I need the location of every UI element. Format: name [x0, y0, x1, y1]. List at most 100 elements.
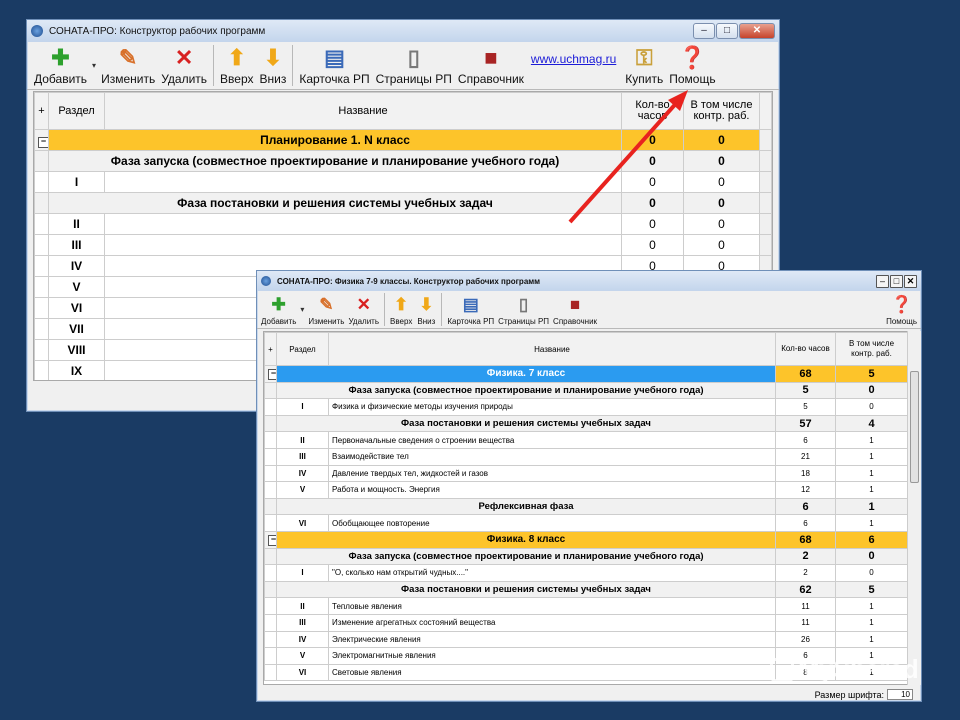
phase-row[interactable]: Фаза постановки и решения системы учебны… — [34, 192, 772, 214]
delete-button[interactable]: ✕ Удалить — [158, 45, 210, 86]
table-row[interactable]: III Взаимодействие тел 21 1 — [264, 447, 908, 466]
expand-cell[interactable] — [264, 514, 277, 532]
expand-cell[interactable]: − — [264, 530, 277, 549]
expand-cell[interactable] — [34, 192, 49, 214]
expand-column-header[interactable]: + — [34, 92, 49, 130]
expand-cell[interactable] — [264, 481, 277, 499]
move-down-button[interactable]: ⬇ Вниз — [257, 45, 290, 86]
table-row[interactable]: III Изменение агрегатных состояний вещест… — [264, 613, 908, 632]
reference-button[interactable]: ■ Справочник — [455, 45, 527, 86]
phase-row[interactable]: Фаза постановки и решения системы учебны… — [264, 414, 908, 433]
expand-cell[interactable]: − — [264, 365, 277, 383]
expand-cell[interactable] — [34, 171, 49, 193]
maximize-button[interactable]: □ — [716, 23, 738, 39]
expand-cell[interactable] — [34, 234, 49, 256]
hours-column-header[interactable]: Кол-во часов — [621, 92, 684, 130]
vertical-scrollbar[interactable] — [907, 331, 921, 685]
edit-button[interactable]: ✎ Изменить — [98, 45, 158, 86]
delete-button[interactable]: ✕ Удалить — [346, 295, 381, 326]
expand-cell[interactable] — [264, 381, 277, 400]
expand-cell[interactable] — [264, 431, 277, 449]
table-row[interactable]: I 00 — [34, 171, 772, 193]
table-row[interactable]: II Тепловые явления 11 1 — [264, 597, 908, 615]
expand-cell[interactable]: − — [34, 129, 49, 151]
table-row[interactable]: III 0 0 — [34, 234, 772, 256]
section-column-header[interactable]: Раздел — [48, 92, 105, 130]
expand-cell[interactable] — [264, 464, 277, 483]
expand-cell[interactable] — [34, 360, 49, 380]
minimize-button[interactable]: – — [876, 274, 889, 288]
program-card-button[interactable]: ▤ Карточка РП — [296, 45, 372, 86]
phase-row[interactable]: Фаза запуска (совместное проектирование … — [34, 150, 772, 172]
table-row[interactable]: VI Обобщающее повторение 6 1 — [264, 514, 908, 532]
dropdown-arrow-icon[interactable]: ▾ — [300, 305, 304, 314]
toolbar: ✚ Добавить ▾ ✎ Изменить ✕ Удалить ⬆ Вверх ⬇ В… — [257, 291, 921, 329]
table-row[interactable]: II Первоначальные сведения о строении вещ… — [264, 431, 908, 449]
expand-cell[interactable] — [34, 339, 49, 361]
expand-cell[interactable] — [264, 398, 277, 416]
add-button[interactable]: ✚ Добавить — [259, 295, 298, 326]
edit-button[interactable]: ✎ Изменить — [306, 295, 346, 326]
dropdown-arrow-icon[interactable]: ▾ — [92, 61, 96, 70]
table-row[interactable]: V Работа и мощность. Энергия 12 1 — [264, 481, 908, 499]
expand-cell[interactable] — [264, 497, 277, 516]
expand-cell[interactable] — [264, 447, 277, 466]
name-column-header[interactable]: Название — [104, 92, 622, 130]
program-pages-button[interactable]: ▯ Страницы РП — [373, 45, 455, 86]
maximize-button[interactable]: □ — [890, 274, 903, 288]
expand-cell[interactable] — [34, 276, 49, 298]
help-button[interactable]: ❓ Помощь — [884, 295, 919, 326]
expand-cell[interactable] — [34, 150, 49, 172]
scrollbar-thumb[interactable] — [910, 371, 919, 483]
program-card-button[interactable]: ▤ Карточка РП — [445, 295, 496, 326]
group-row[interactable]: − Планирование 1. N класс 0 0 — [34, 129, 772, 151]
table-row[interactable]: IV Электрические явления 26 1 — [264, 630, 908, 649]
shop-link[interactable]: www.uchmag.ru — [531, 52, 616, 66]
expand-cell[interactable] — [34, 318, 49, 340]
phase-row[interactable]: Рефлексивная фаза 6 1 — [264, 497, 908, 516]
subject-row[interactable]: − Физика. 7 класс 68 5 — [264, 365, 908, 383]
expand-column-header[interactable]: + — [264, 332, 277, 366]
close-button[interactable]: ✕ — [904, 274, 917, 288]
collapse-icon[interactable]: − — [38, 136, 48, 148]
buy-button[interactable]: ⚿ Купить — [622, 45, 666, 86]
phase-row[interactable]: Фаза постановки и решения системы учебны… — [264, 580, 908, 599]
expand-cell[interactable] — [264, 630, 277, 649]
move-down-button[interactable]: ⬇ Вниз — [414, 295, 438, 326]
phase-row[interactable]: Фаза запуска (совместное проектирование … — [264, 381, 908, 400]
expand-cell[interactable] — [264, 547, 277, 566]
move-up-button[interactable]: ⬆ Вверх — [217, 45, 256, 86]
table-row[interactable]: IV Давление твердых тел, жидкостей и газо… — [264, 464, 908, 483]
expand-cell[interactable] — [34, 297, 49, 319]
expand-cell[interactable] — [34, 213, 49, 235]
font-size-field[interactable]: 10 — [887, 689, 913, 700]
add-button[interactable]: ✚ Добавить — [31, 45, 90, 86]
move-up-button[interactable]: ⬆ Вверх — [388, 295, 414, 326]
close-button[interactable]: ✕ — [739, 23, 775, 39]
expand-cell[interactable] — [264, 613, 277, 632]
tests-column-header[interactable]: В том числе контр. раб. — [835, 332, 908, 366]
name-column-header[interactable]: Название — [328, 332, 776, 366]
table-row[interactable]: I "О, сколько нам открытий чудных...." 2 0 — [264, 564, 908, 582]
hours-column-header[interactable]: Кол-во часов — [775, 332, 836, 366]
collapse-icon[interactable]: − — [268, 534, 276, 546]
section-column-header[interactable]: Раздел — [276, 332, 329, 366]
help-button[interactable]: ❓ Помощь — [666, 45, 718, 86]
expand-cell[interactable] — [264, 647, 277, 665]
group-row[interactable]: − Физика. 8 класс 68 6 — [264, 530, 908, 549]
expand-cell[interactable] — [264, 597, 277, 615]
phase-row[interactable]: Фаза запуска (совместное проектирование … — [264, 547, 908, 566]
table-row[interactable]: I Физика и физические методы изучения при… — [264, 398, 908, 416]
expand-cell[interactable] — [264, 414, 277, 433]
minimize-button[interactable]: – — [693, 23, 715, 39]
expand-cell[interactable] — [264, 564, 277, 582]
tests-cell: 1 — [835, 464, 908, 483]
tests-column-header[interactable]: В том числе контр. раб. — [683, 92, 760, 130]
collapse-icon[interactable]: − — [268, 368, 276, 380]
reference-button[interactable]: ■ Справочник — [551, 295, 599, 326]
program-pages-button[interactable]: ▯ Страницы РП — [496, 295, 551, 326]
expand-cell[interactable] — [34, 255, 49, 277]
expand-cell[interactable] — [264, 580, 277, 599]
table-row[interactable]: II 0 0 — [34, 213, 772, 235]
expand-cell[interactable] — [264, 663, 277, 682]
